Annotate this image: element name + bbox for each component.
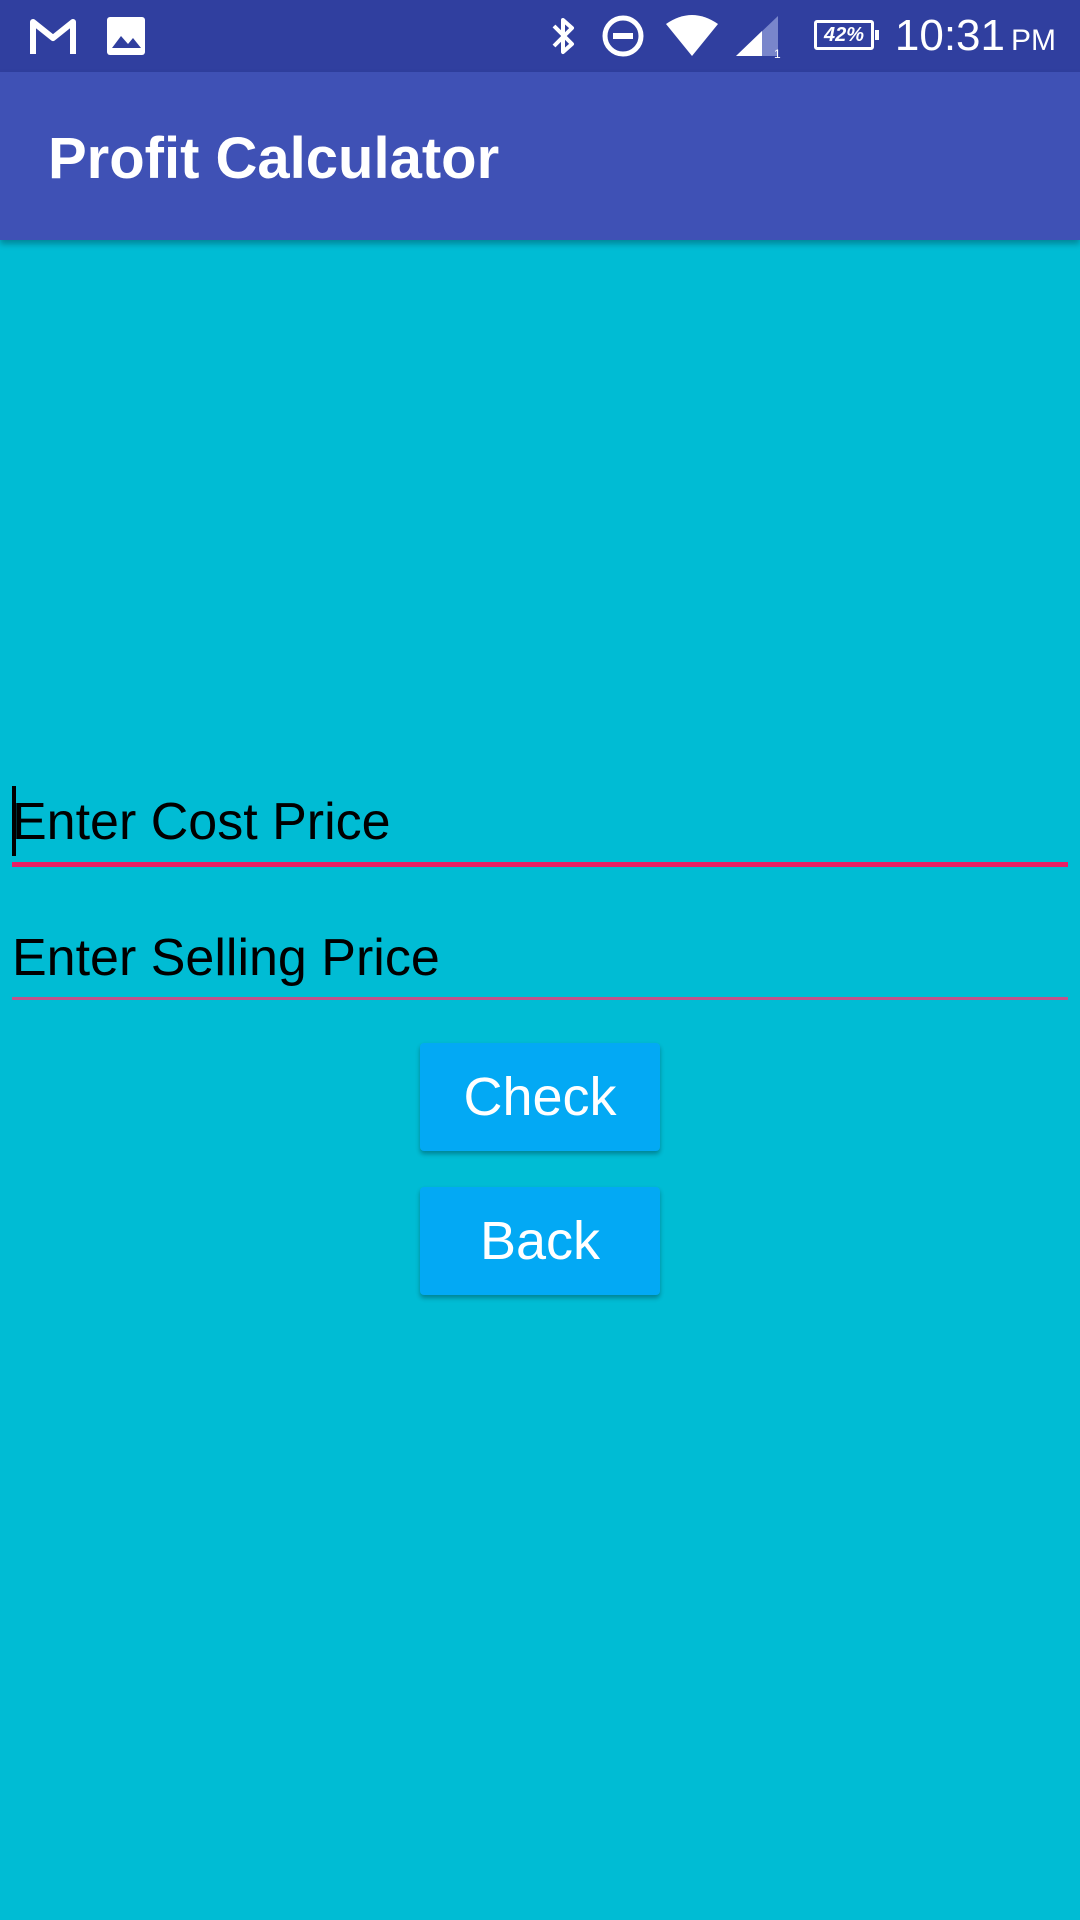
app-bar: Profit Calculator <box>0 72 1080 240</box>
selling-price-underline <box>12 997 1068 1000</box>
cost-price-input[interactable] <box>12 782 1068 862</box>
image-icon <box>104 14 148 58</box>
app-title: Profit Calculator <box>48 126 500 191</box>
status-clock: 10:31 PM <box>895 10 1056 67</box>
signal-icon: 1 <box>734 14 784 58</box>
status-bar: 1 42% 10:31 PM <box>0 0 1080 72</box>
bluetooth-icon <box>548 14 578 58</box>
back-button[interactable]: Back <box>420 1187 660 1295</box>
battery-icon: 42% <box>814 20 879 50</box>
gmail-icon <box>28 14 78 58</box>
do-not-disturb-icon <box>600 14 646 58</box>
wifi-icon <box>664 14 720 58</box>
signal-sim-label: 1 <box>774 47 781 58</box>
cost-price-field[interactable] <box>12 782 1068 872</box>
cost-price-underline <box>12 862 1068 867</box>
text-cursor <box>12 786 16 856</box>
clock-time: 10:31 <box>894 11 1005 60</box>
clock-ampm: PM <box>1011 24 1056 57</box>
selling-price-field[interactable] <box>12 918 1068 1008</box>
selling-price-input[interactable] <box>12 918 1068 998</box>
check-button[interactable]: Check <box>420 1043 660 1151</box>
battery-percent: 42% <box>823 24 865 46</box>
